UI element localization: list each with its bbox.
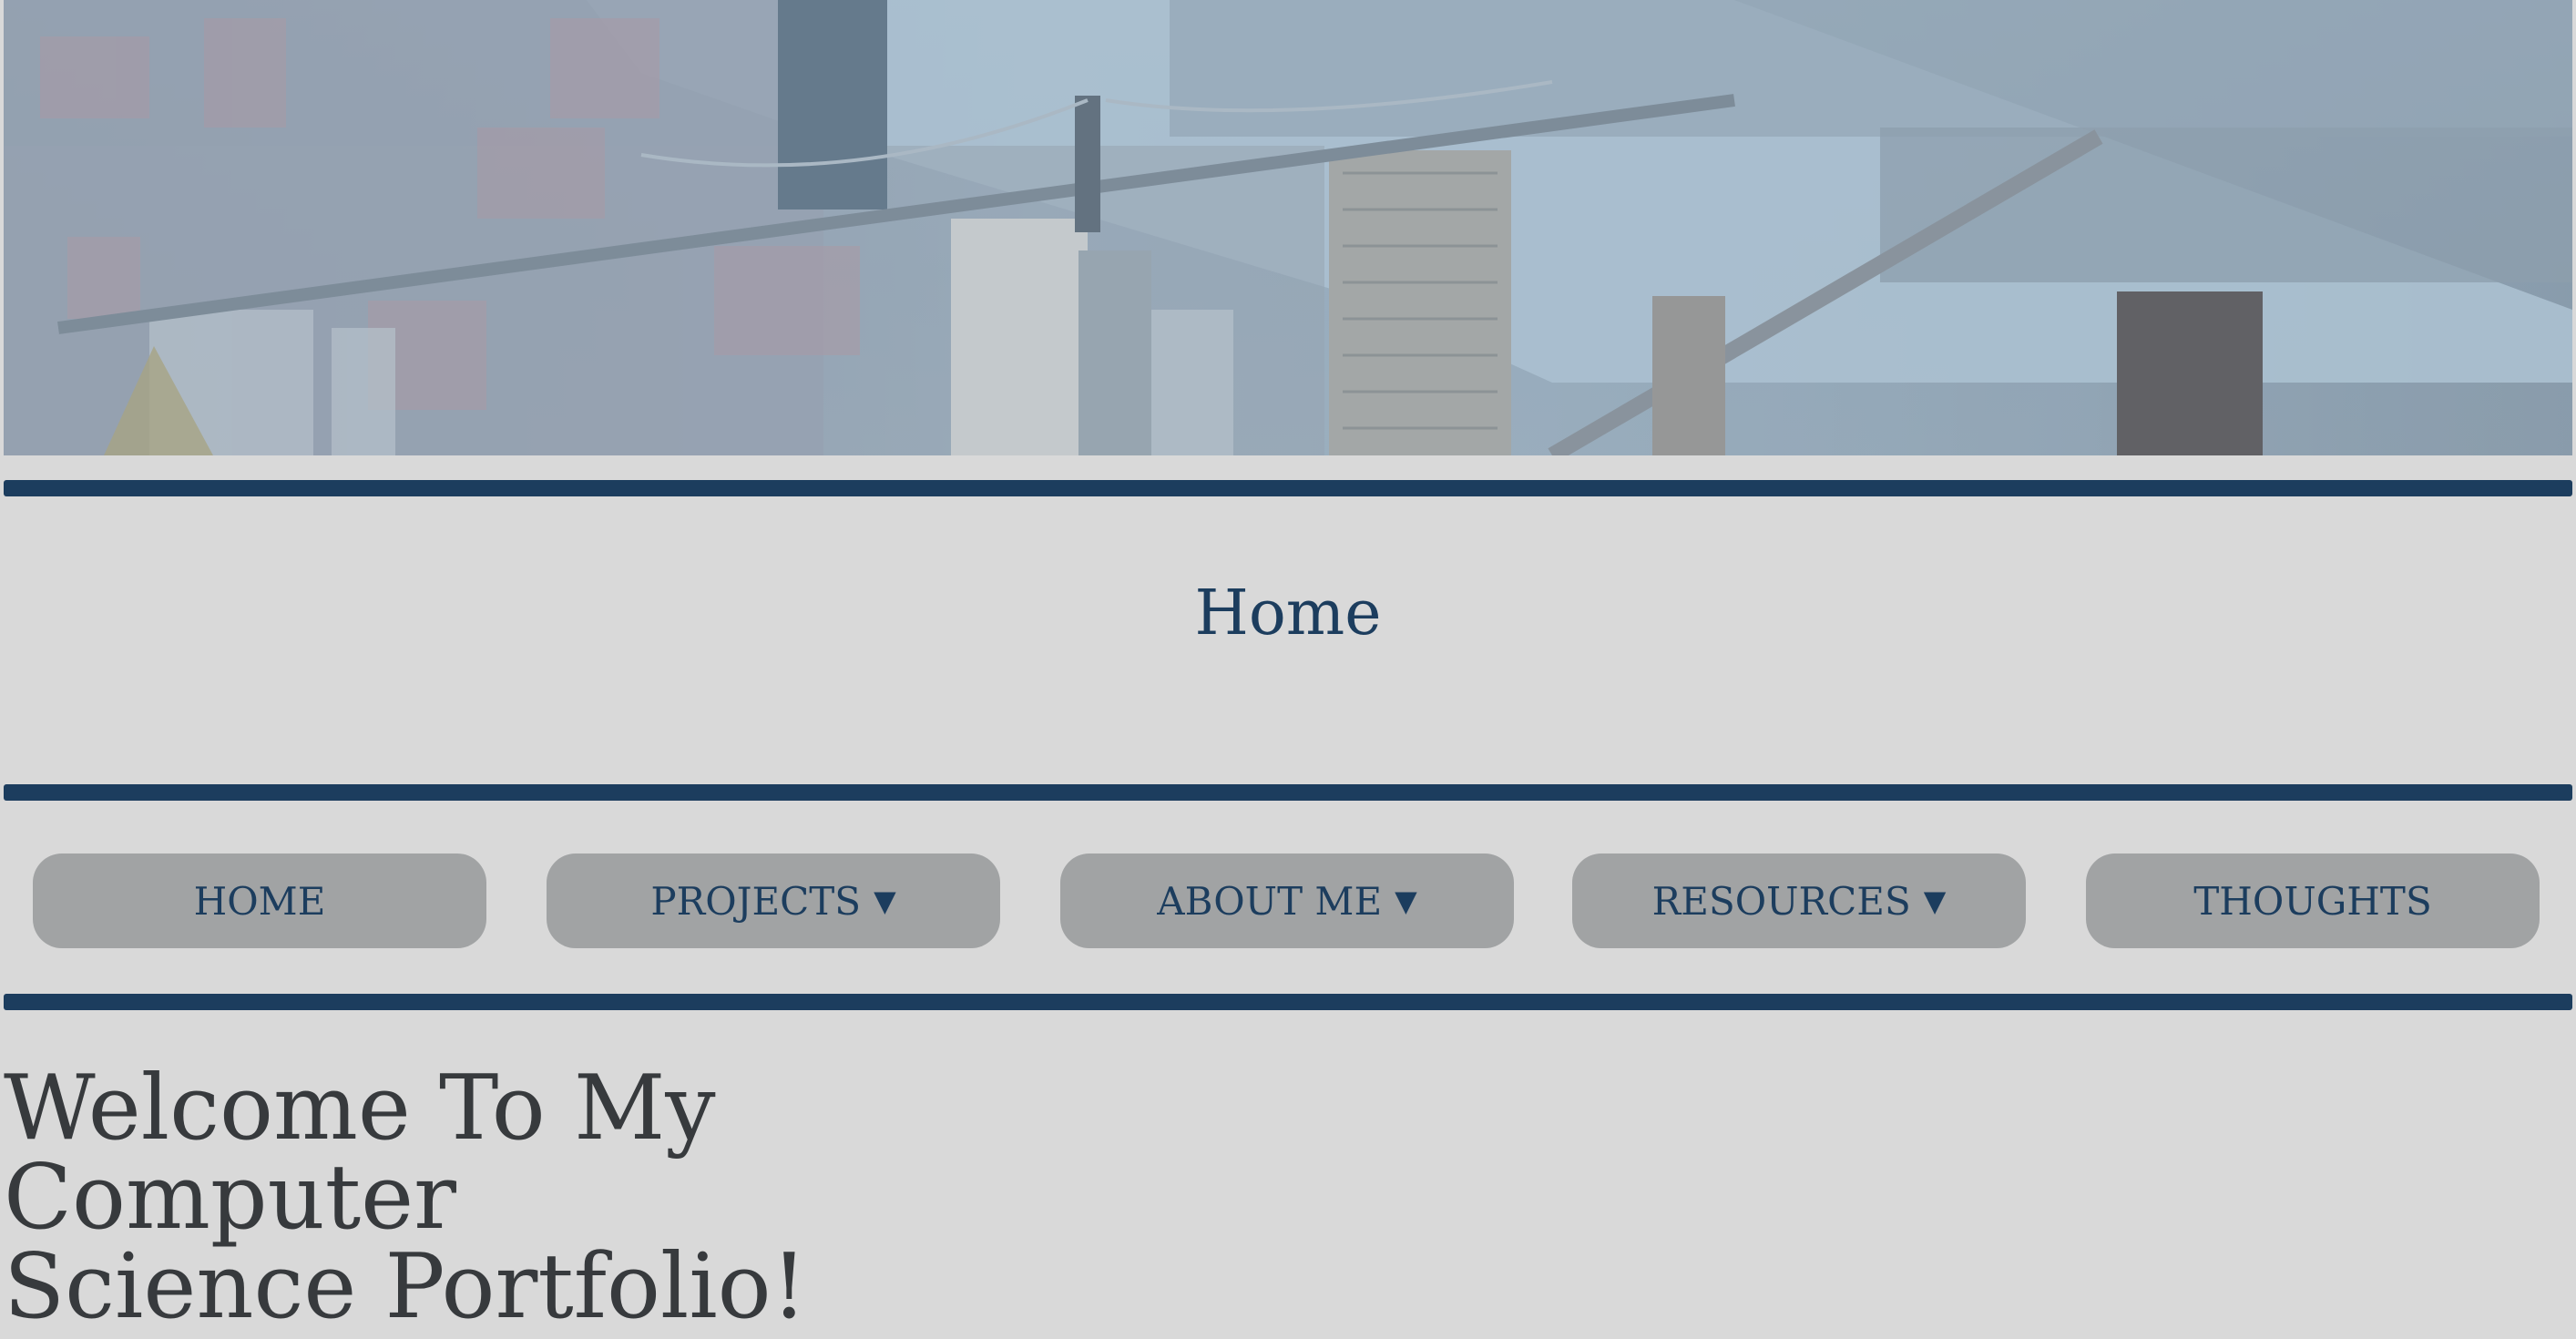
nav-bottom-divider [4,994,2572,1010]
city-skyline-photo-icon [4,0,2572,455]
nav-resources-label: RESOURCES [1651,878,1911,924]
nav-home-button[interactable]: HOME [33,853,486,948]
nav-projects-button[interactable]: PROJECTS ▼ [547,853,1000,948]
header-banner-image [4,0,2572,455]
welcome-heading-line-1: Welcome To My Computer [4,1057,716,1250]
chevron-down-icon: ▼ [1395,884,1417,918]
chevron-down-icon: ▼ [874,884,896,918]
nav-top-divider [4,784,2572,801]
nav-resources-button[interactable]: RESOURCES ▼ [1572,853,2026,948]
page-title: Home [1194,578,1382,649]
nav-about-me-button[interactable]: ABOUT ME ▼ [1060,853,1514,948]
nav-home-label: HOME [193,878,326,924]
nav-thoughts-button[interactable]: THOUGHTS [2086,853,2540,948]
welcome-heading: Welcome To My Computer Science Portfolio… [4,1064,1188,1332]
chevron-down-icon: ▼ [1923,884,1947,918]
top-divider [4,480,2572,496]
nav-thoughts-label: THOUGHTS [2193,878,2432,924]
nav-projects-label: PROJECTS [650,878,862,924]
main-navigation: HOME PROJECTS ▼ ABOUT ME ▼ RESOURCES ▼ T… [0,853,2576,948]
welcome-heading-line-2: Science Portfolio! [4,1235,808,1339]
nav-about-me-label: ABOUT ME [1157,878,1383,924]
